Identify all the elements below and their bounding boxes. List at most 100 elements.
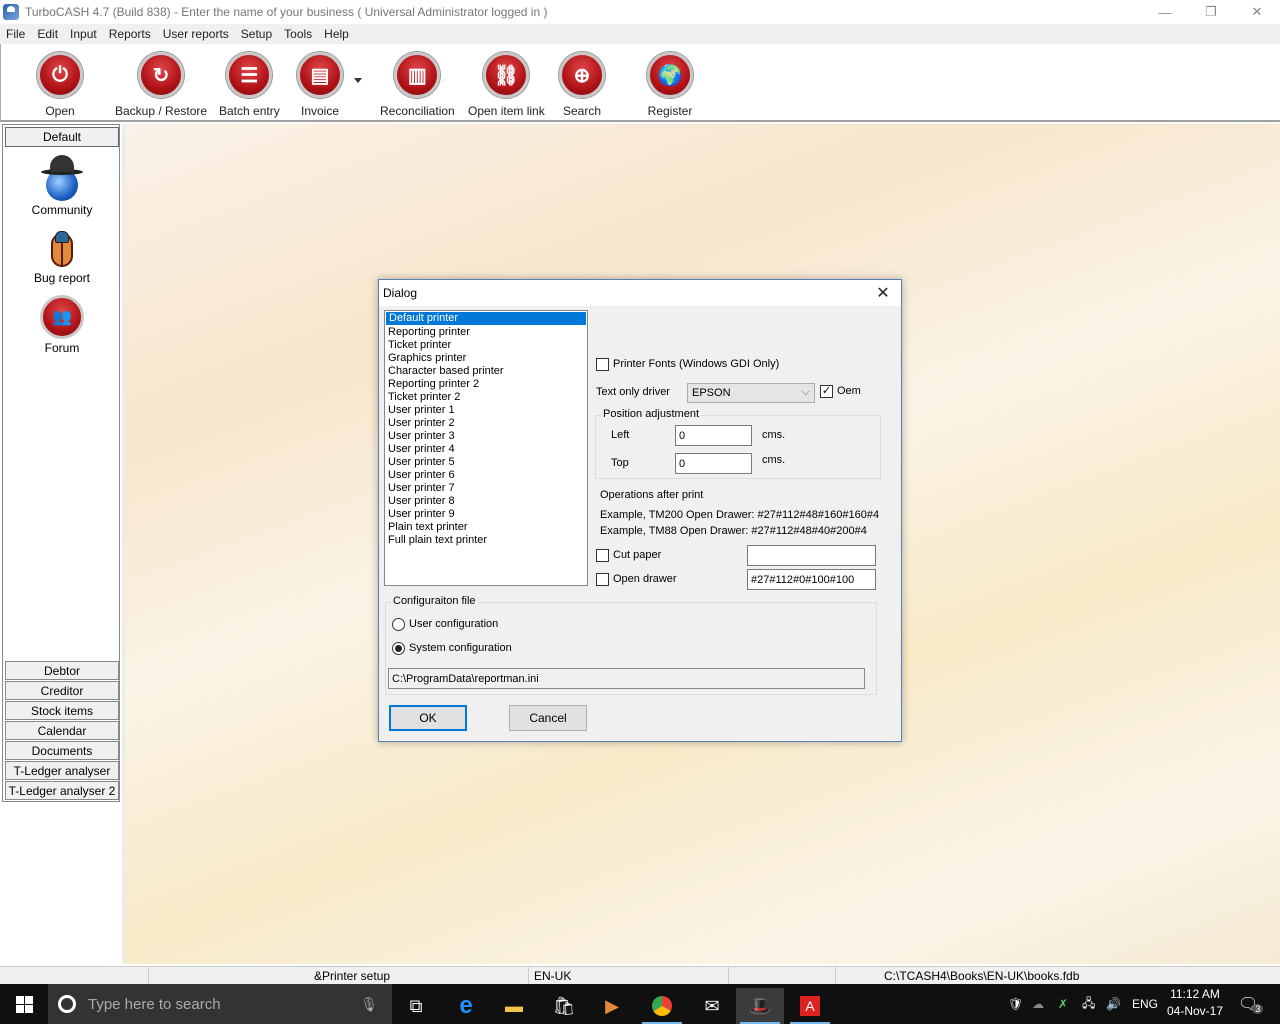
cut-paper-input[interactable] [747, 545, 876, 566]
menu-help[interactable]: Help [318, 27, 355, 41]
printer-list-item[interactable]: Graphics printer [385, 352, 587, 365]
printer-list-item[interactable]: User printer 8 [385, 495, 587, 508]
status-language: EN-UK [534, 969, 572, 983]
open-item-link-button[interactable]: ⛓ Open item link [468, 52, 545, 118]
open-button[interactable]: ⏻ Open [37, 52, 83, 118]
menu-tools[interactable]: Tools [278, 27, 318, 41]
defender-icon[interactable]: 🛡 [1008, 984, 1023, 1024]
open-drawer-checkbox[interactable] [596, 573, 609, 586]
sidebar: Default Community Bug report 👥 Forum Deb… [2, 124, 120, 802]
left-input[interactable]: 0 [675, 425, 752, 446]
restore-button[interactable]: ❐ [1188, 0, 1234, 24]
menu-user-reports[interactable]: User reports [157, 27, 235, 41]
title-bar: TurboCASH 4.7 (Build 838) - Enter the na… [0, 0, 1280, 24]
clock[interactable]: 11:12 AM 04-Nov-17 [1160, 986, 1230, 1020]
text-only-driver-label: Text only driver [596, 386, 670, 398]
sidebar-section-creditor[interactable]: Creditor [5, 681, 119, 700]
invoice-dropdown-arrow-icon[interactable] [354, 78, 362, 83]
sidebar-item-bug-report[interactable]: Bug report [5, 227, 119, 285]
printer-list-item[interactable]: Default printer [385, 311, 587, 326]
taskbar-search-box[interactable]: Type here to search 🎙 [48, 984, 392, 1024]
sidebar-section-stock-items[interactable]: Stock items [5, 701, 119, 720]
onedrive-icon[interactable]: ☁ [1032, 984, 1044, 1024]
user-configuration-radio[interactable] [392, 618, 405, 631]
action-center-icon[interactable]: 🗨 3 [1238, 984, 1264, 1024]
sidebar-header-default[interactable]: Default [5, 127, 119, 147]
printer-list-item[interactable]: User printer 5 [385, 456, 587, 469]
taskbar: Type here to search 🎙 ⧉ e ▬ 🛍 ▶ ✉ 🎩 A 🛡 … [0, 984, 1280, 1024]
printer-list-item[interactable]: User printer 4 [385, 443, 587, 456]
menu-reports[interactable]: Reports [103, 27, 157, 41]
input-language[interactable]: ENG [1132, 984, 1158, 1024]
printer-list-item[interactable]: User printer 1 [385, 404, 587, 417]
open-drawer-input[interactable]: #27#112#0#100#100 [747, 569, 876, 590]
cancel-button[interactable]: Cancel [509, 705, 587, 731]
example-tm200-label: Example, TM200 Open Drawer: #27#112#48#1… [600, 509, 880, 521]
top-unit-label: cms. [762, 454, 786, 466]
mail-icon[interactable]: ✉ [688, 988, 736, 1024]
oem-checkbox[interactable]: ✓ [820, 385, 833, 398]
windows-logo-icon [15, 995, 33, 1013]
dialog-close-icon[interactable]: ✕ [871, 282, 895, 304]
search-button[interactable]: ⊕ Search [559, 52, 605, 118]
sidebar-item-forum[interactable]: 👥 Forum [5, 295, 119, 355]
menu-edit[interactable]: Edit [31, 27, 64, 41]
menu-setup[interactable]: Setup [235, 27, 278, 41]
menu-file[interactable]: File [0, 27, 31, 41]
printer-list-item[interactable]: Ticket printer 2 [385, 391, 587, 404]
register-button[interactable]: 🌍 Register [647, 52, 693, 118]
system-configuration-radio[interactable] [392, 642, 405, 655]
printer-list-item[interactable]: User printer 2 [385, 417, 587, 430]
top-label: Top [611, 457, 629, 469]
top-input[interactable]: 0 [675, 453, 752, 474]
printer-list-item[interactable]: Plain text printer [385, 521, 587, 534]
ok-button[interactable]: OK [389, 705, 467, 731]
printer-list-item[interactable]: User printer 7 [385, 482, 587, 495]
acrobat-icon[interactable]: A [786, 988, 834, 1024]
file-explorer-icon[interactable]: ▬ [490, 988, 538, 1024]
microphone-icon[interactable]: 🎙 [360, 996, 378, 1013]
text-only-driver-select[interactable]: EPSON ⌵ [687, 383, 815, 403]
batch-entry-button[interactable]: ☰ Batch entry [219, 52, 280, 118]
reconciliation-button[interactable]: ▥ Reconciliation [380, 52, 455, 118]
config-path-field[interactable]: C:\ProgramData\reportman.ini [388, 668, 865, 689]
printer-list[interactable]: Default printer Reporting printer Ticket p… [384, 310, 588, 586]
configuration-file-group: Configuraiton file User configuration Sy… [385, 595, 877, 695]
media-player-icon[interactable]: ▶ [588, 988, 636, 1024]
minimize-button[interactable]: — [1142, 0, 1188, 24]
cut-paper-checkbox[interactable] [596, 549, 609, 562]
printer-list-item[interactable]: Character based printer [385, 365, 587, 378]
sidebar-section-documents[interactable]: Documents [5, 741, 119, 760]
printer-list-item[interactable]: Reporting printer [385, 326, 587, 339]
printer-list-item[interactable]: Full plain text printer [385, 534, 587, 547]
edge-icon[interactable]: e [442, 988, 490, 1024]
power-icon: ⏻ [37, 52, 83, 98]
chrome-icon[interactable] [638, 988, 686, 1024]
sidebar-item-community[interactable]: Community [5, 155, 119, 217]
sidebar-section-t-ledger-analyser[interactable]: T-Ledger analyser [5, 761, 119, 780]
task-view-icon[interactable]: ⧉ [392, 988, 440, 1024]
network-alert-icon[interactable]: ✗ [1058, 984, 1068, 1024]
sidebar-section-t-ledger-analyser-2[interactable]: T-Ledger analyser 2 [5, 781, 119, 800]
notification-count: 3 [1252, 1004, 1264, 1014]
printer-fonts-checkbox[interactable] [596, 358, 609, 371]
printer-list-item[interactable]: User printer 6 [385, 469, 587, 482]
invoice-button[interactable]: ▤ Invoice [297, 52, 343, 118]
close-button[interactable]: ✕ [1234, 0, 1280, 24]
sidebar-section-calendar[interactable]: Calendar [5, 721, 119, 740]
volume-icon[interactable]: 🔊 [1106, 984, 1121, 1024]
turbocash-taskbar-icon[interactable]: 🎩 [736, 988, 784, 1024]
network-icon[interactable]: 🖧 [1082, 984, 1095, 1024]
printer-list-item[interactable]: User printer 9 [385, 508, 587, 521]
sidebar-section-debtor[interactable]: Debtor [5, 661, 119, 680]
menu-input[interactable]: Input [64, 27, 103, 41]
forum-icon: 👥 [40, 295, 84, 339]
backup-restore-button[interactable]: ↻ Backup / Restore [115, 52, 207, 118]
start-button[interactable] [0, 984, 48, 1024]
store-icon[interactable]: 🛍 [540, 988, 588, 1024]
printer-list-item[interactable]: User printer 3 [385, 430, 587, 443]
left-unit-label: cms. [762, 429, 786, 441]
printer-list-item[interactable]: Ticket printer [385, 339, 587, 352]
printer-list-item[interactable]: Reporting printer 2 [385, 378, 587, 391]
window-title: TurboCASH 4.7 (Build 838) - Enter the na… [25, 5, 548, 19]
